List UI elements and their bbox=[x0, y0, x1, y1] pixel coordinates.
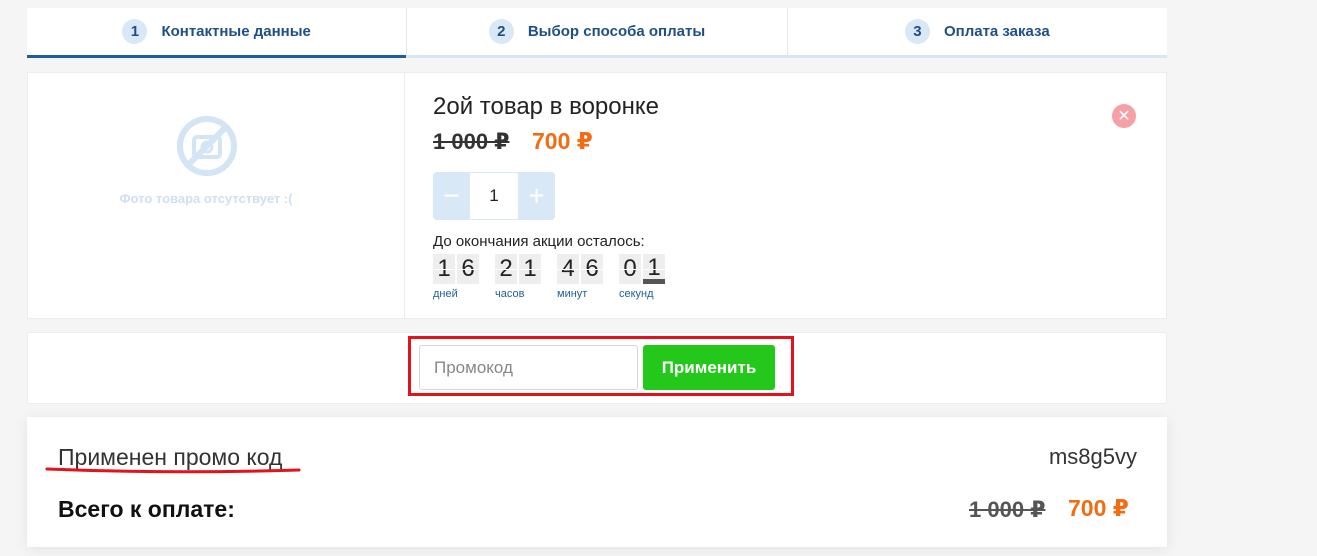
close-icon: ✕ bbox=[1117, 108, 1131, 125]
product-old-price: 1 000 ₽ bbox=[433, 129, 510, 154]
countdown-digit: 2 bbox=[495, 254, 517, 284]
quantity-value[interactable]: 1 bbox=[470, 172, 518, 220]
applied-promo-code: ms8g5vy bbox=[1048, 444, 1137, 469]
apply-promo-button[interactable]: Применить bbox=[643, 345, 775, 390]
step-label: Выбор способа оплаты bbox=[527, 23, 706, 40]
countdown-unit-label: минут bbox=[557, 288, 588, 300]
step-number: 3 bbox=[904, 19, 930, 44]
quantity-decrease-button[interactable]: − bbox=[433, 172, 470, 220]
countdown-digit: 1 bbox=[519, 254, 541, 284]
countdown-unit-label: часов bbox=[495, 288, 525, 300]
annotation-underline bbox=[45, 467, 301, 474]
total-old-price: 1 000 ₽ bbox=[969, 497, 1046, 522]
countdown-days: 1 6 дней bbox=[433, 254, 481, 300]
quantity-increase-button[interactable]: + bbox=[518, 172, 555, 220]
order-summary: Применен промо код ms8g5vy Всего к оплат… bbox=[27, 417, 1167, 547]
total-label: Всего к оплате: bbox=[58, 496, 235, 522]
countdown-digit: 1 bbox=[433, 254, 455, 284]
step-label: Контактные данные bbox=[161, 23, 311, 40]
step-number: 2 bbox=[488, 19, 514, 44]
step-contact-data[interactable]: 1 Контактные данные bbox=[27, 8, 407, 58]
countdown-digit: 0 bbox=[619, 254, 641, 284]
total-new-price: 700 ₽ bbox=[1068, 495, 1129, 521]
step-order-payment[interactable]: 3 Оплата заказа bbox=[786, 8, 1167, 58]
no-photo-text: Фото товара отсутствует :( bbox=[119, 191, 293, 206]
quantity-stepper: − 1 + bbox=[433, 172, 555, 220]
countdown-digit: 1 bbox=[643, 254, 665, 284]
product-name: 2ой товар в воронке bbox=[433, 93, 659, 120]
promo-code-input[interactable] bbox=[419, 345, 638, 390]
countdown-digit: 6 bbox=[581, 254, 603, 284]
product-new-price: 700 ₽ bbox=[532, 128, 593, 154]
countdown-unit-label: секунд bbox=[619, 288, 654, 300]
product-card: Фото товара отсутствует :( 2ой товар в в… bbox=[27, 72, 1167, 319]
step-number: 1 bbox=[122, 19, 148, 44]
product-photo-placeholder: Фото товара отсутствует :( bbox=[28, 73, 405, 318]
countdown-hours: 2 1 часов bbox=[495, 254, 543, 300]
countdown-digit: 6 bbox=[457, 254, 479, 284]
countdown-digit: 4 bbox=[557, 254, 579, 284]
step-payment-method[interactable]: 2 Выбор способа оплаты bbox=[406, 8, 787, 58]
no-photo-icon bbox=[177, 116, 237, 176]
remove-item-button[interactable]: ✕ bbox=[1112, 104, 1136, 128]
countdown-timer: 1 6 дней 2 1 часов 4 6 минут 0 1 секунд bbox=[433, 254, 681, 300]
countdown-minutes: 4 6 минут bbox=[557, 254, 605, 300]
countdown-title: До окончания акции осталось: bbox=[433, 233, 645, 250]
step-label: Оплата заказа bbox=[943, 23, 1050, 40]
countdown-unit-label: дней bbox=[433, 288, 458, 300]
checkout-steps: 1 Контактные данные 2 Выбор способа опла… bbox=[27, 8, 1167, 58]
countdown-seconds: 0 1 секунд bbox=[619, 254, 667, 300]
